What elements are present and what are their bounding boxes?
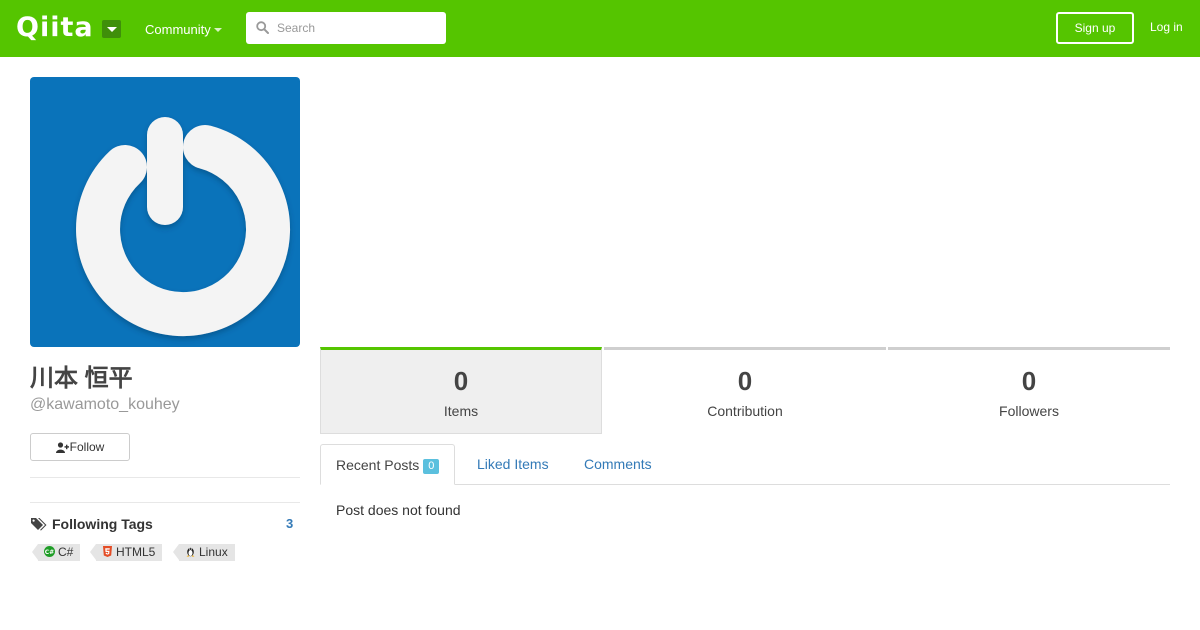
tag-linux[interactable]: Linux [173,544,235,561]
following-tags-title: Following Tags [52,516,153,532]
empty-state-message: Post does not found [336,502,461,518]
chevron-down-icon [214,28,222,32]
qiita-logo[interactable]: Qiita [16,14,94,42]
power-logo-image [76,117,290,337]
stat-label: Contribution [707,403,783,419]
tab-label: Recent Posts [336,457,420,473]
tag-html5[interactable]: HTML5 [89,544,163,561]
tag-label: HTML5 [116,545,156,559]
username: @kawamoto_kouhey [30,396,180,413]
tags-icon [31,518,47,531]
follow-label: Follow [69,440,105,454]
tag-csharp[interactable]: C# C# [31,544,81,561]
signup-button[interactable]: Sign up [1056,12,1134,44]
stat-value: 0 [453,366,469,396]
display-name: 川本 恒平 [30,365,133,392]
following-tags-count[interactable]: 3 [286,516,293,532]
avatar [30,77,300,347]
stat-value: 0 [737,366,753,396]
linux-icon [186,547,195,557]
logo-dropdown-toggle[interactable] [102,20,121,38]
community-menu[interactable]: Community [145,22,211,37]
html5-icon [103,546,112,557]
stat-followers[interactable]: 0 Followers [888,347,1170,434]
count-badge: 0 [423,459,440,474]
tag-label: C# [58,545,74,559]
stat-items[interactable]: 0 Items [320,347,602,434]
csharp-icon: C# [44,546,55,557]
follow-button[interactable]: Follow [30,433,130,461]
divider [30,477,300,478]
stat-label: Items [443,403,479,419]
stat-value: 0 [1021,366,1037,396]
tag-label: Linux [199,545,228,559]
stat-contribution[interactable]: 0 Contribution [604,347,886,434]
stat-label: Followers [999,403,1059,419]
divider [30,502,300,503]
search-input[interactable] [277,19,437,37]
top-navbar: Qiita Community Sign up Log in [0,0,1200,57]
login-link[interactable]: Log in [1150,20,1183,35]
tab-comments[interactable]: Comments [584,444,652,485]
tab-liked-items[interactable]: Liked Items [477,444,549,485]
svg-text:C#: C# [45,549,54,556]
search-icon [256,21,269,34]
tab-recent-posts[interactable]: Recent Posts 0 [320,444,456,485]
user-plus-icon [55,442,69,453]
